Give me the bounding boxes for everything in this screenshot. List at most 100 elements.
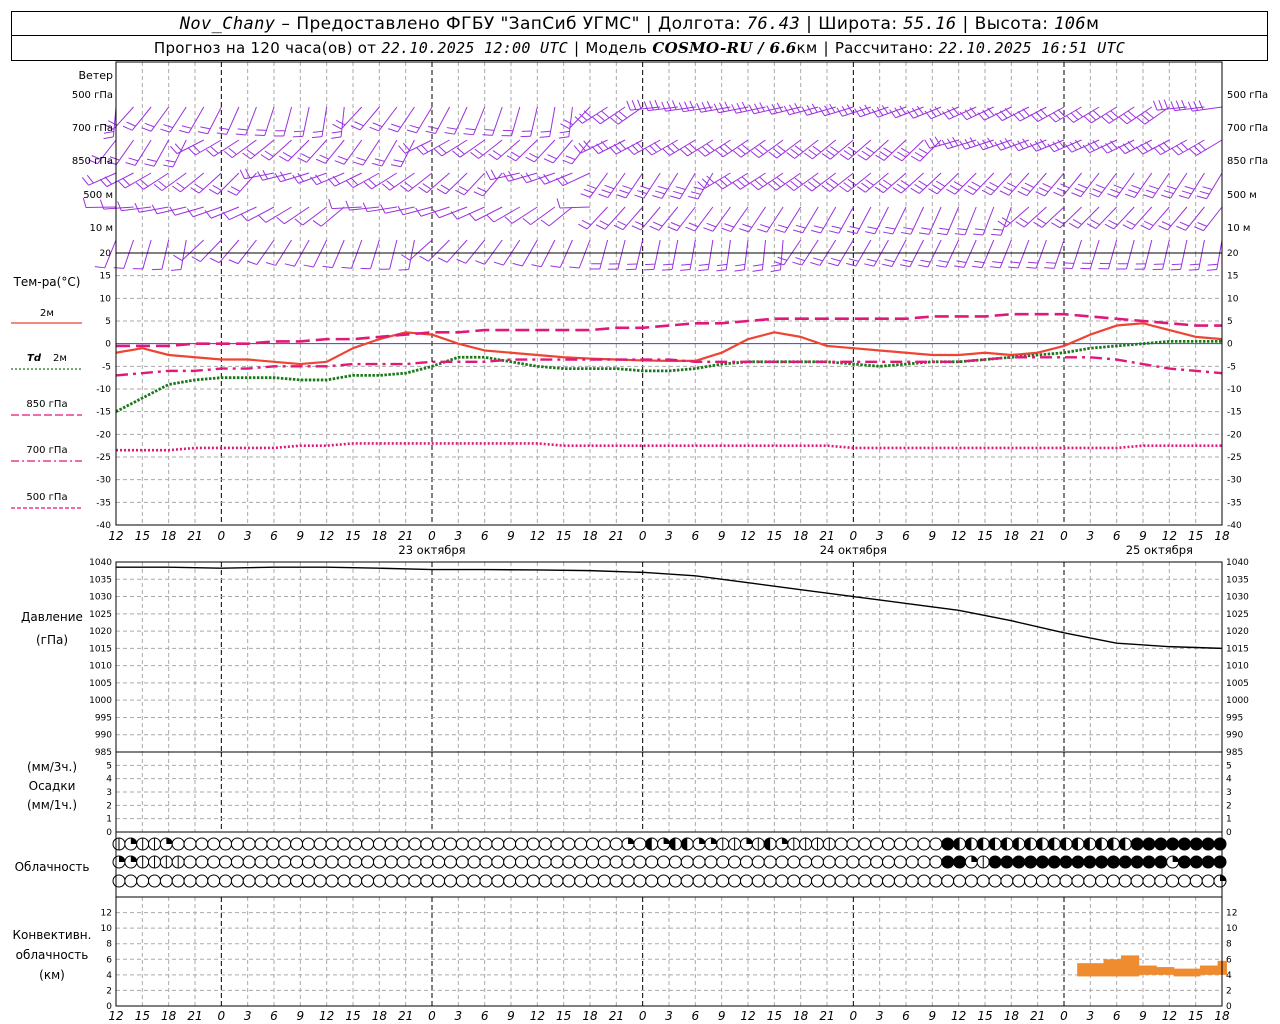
wind-barb-icon (631, 206, 661, 231)
wind-barb-feather (613, 224, 624, 231)
wind-barb-icon (401, 239, 433, 261)
cloud-half (1095, 838, 1102, 850)
wind-barb-feather (688, 222, 699, 228)
wind-barb-icon (598, 172, 626, 199)
wind-barb-feather (973, 233, 984, 236)
wind-barb-feather (724, 143, 733, 152)
wind-barb-feather (616, 194, 627, 199)
wind-barb-icon (595, 206, 626, 230)
wind-barb-feather (902, 259, 913, 263)
conv-bar (1173, 968, 1184, 977)
wind-barb-feather (938, 260, 949, 263)
wind-barb-feather (750, 182, 759, 191)
cloud-circle (917, 855, 931, 869)
wind-level-500hpa-right: 500 гПа (1227, 90, 1268, 101)
cloud-cover-icon (834, 837, 848, 851)
cloud-cover-icon (503, 855, 517, 869)
cloud-circle (858, 855, 872, 869)
wind-barb-icon (626, 139, 661, 155)
wind-barb-icon (208, 172, 240, 195)
cloud-cover-icon (763, 855, 777, 869)
cloud-label: Облачность (15, 860, 90, 874)
cloud-circle (1095, 855, 1109, 869)
cloud-circle (242, 855, 256, 869)
wind-barb-feather (463, 133, 474, 136)
cloud-cover-icon (716, 837, 730, 851)
wind-barb-feather (768, 183, 777, 191)
cloud-cover-icon (988, 837, 1002, 851)
cloud-cover-icon (337, 855, 351, 869)
cloud-cover-icon (420, 837, 434, 851)
conv-label-1: Конвективн. (13, 928, 92, 942)
wind-barb-icon (716, 239, 731, 272)
wind-barb-feather (957, 228, 968, 231)
wind-barb-feather (760, 224, 770, 229)
pressure-tick-right: 1010 (1226, 662, 1249, 672)
wind-barb-feather (468, 212, 476, 221)
cloud-circle (1059, 855, 1073, 869)
wind-barb-feather (1158, 100, 1163, 110)
time-bottom-tick: 6 (481, 1009, 489, 1023)
wind-barb-feather (678, 102, 684, 112)
cloud-circle (455, 837, 469, 851)
wind-barb-feather (618, 111, 628, 119)
cloud-cover-icon (361, 874, 375, 888)
wind-barb-feather (865, 146, 875, 154)
cloud-quarter (1220, 875, 1226, 881)
wind-barb-feather (690, 191, 701, 195)
cloud-circle (692, 874, 706, 888)
wind-barb-feather (977, 112, 985, 121)
cloud-half (1060, 838, 1067, 850)
time-bottom-tick: 21 (398, 1009, 413, 1023)
wind-barb-feather (649, 225, 660, 231)
wind-barb-icon (972, 239, 995, 269)
wind-barb-icon (292, 172, 327, 184)
wind-barb-feather (741, 101, 748, 112)
cloud-cover-icon (136, 837, 150, 851)
cloud-circle (361, 874, 375, 888)
wind-barb-feather (158, 180, 167, 188)
cloud-cover-icon (834, 874, 848, 888)
time-tick: 9 (929, 529, 937, 543)
cloud-circle (953, 874, 967, 888)
wind-barb-icon (1152, 239, 1170, 271)
wind-barb-feather (776, 177, 786, 185)
wind-barb-icon (456, 239, 486, 264)
wind-barb-feather (239, 169, 246, 179)
cloud-cover-icon (704, 837, 718, 851)
cloud-circle (1035, 874, 1049, 888)
wind-barb-feather (1072, 218, 1082, 225)
time-tick: 18 (1214, 529, 1230, 543)
wind-barb-feather (640, 185, 650, 190)
wind-barb-feather (717, 263, 728, 267)
wind-barb-feather (581, 219, 592, 226)
wind-barb-shaft (142, 239, 152, 269)
conv-bar (1147, 965, 1157, 975)
cloud-cover-icon (822, 837, 836, 851)
cloud-circle (219, 855, 233, 869)
wind-barb-icon (558, 106, 573, 139)
cloud-circle (893, 874, 907, 888)
wind-barb-icon (662, 139, 696, 156)
wind-barb-icon (698, 239, 714, 272)
wind-barb-feather (381, 183, 391, 191)
pressure-label: Давление (21, 610, 83, 624)
wind-barb-feather (671, 142, 680, 151)
wind-barb-feather (971, 181, 981, 188)
wind-barb-feather (117, 180, 126, 189)
wind-barb-icon (991, 206, 1012, 236)
time-bottom-tick: 18 (793, 1009, 809, 1023)
wind-barb-feather (972, 265, 983, 269)
cloud-half (1024, 838, 1031, 850)
cloud-circle (668, 855, 682, 869)
cloud-circle (195, 855, 209, 869)
wind-barb-feather (1178, 195, 1189, 199)
cloud-cover-icon (207, 837, 221, 851)
wind-barb-icon (839, 172, 872, 193)
wind-barb-feather (529, 152, 539, 159)
cloud-cover-icon (148, 874, 162, 888)
wind-barb-feather (652, 221, 663, 227)
wind-barb-shaft (559, 239, 573, 268)
cloud-circle (230, 874, 244, 888)
temp-tick-right: 0 (1227, 340, 1233, 350)
